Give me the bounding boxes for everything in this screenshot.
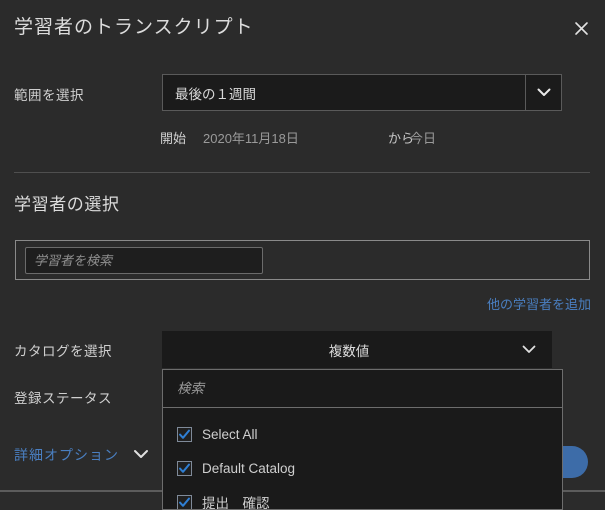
checkbox-checked-icon[interactable] bbox=[177, 494, 192, 509]
date-range-row: 開始 2020年11月18日 から 今日 bbox=[0, 128, 605, 152]
list-item[interactable]: 提出 確認 bbox=[163, 485, 562, 510]
learner-search-input[interactable] bbox=[25, 247, 263, 274]
range-select[interactable]: 最後の１週間 bbox=[162, 74, 562, 111]
enrollment-status-label: 登録ステータス bbox=[14, 391, 112, 406]
section-divider bbox=[14, 172, 590, 173]
range-row: 範囲を選択 最後の１週間 bbox=[0, 74, 605, 112]
add-more-learners-link[interactable]: 他の学習者を追加 bbox=[487, 294, 591, 313]
chevron-down-icon bbox=[133, 446, 149, 464]
catalog-label: カタログを選択 bbox=[14, 344, 112, 359]
dialog-titlebar: 学習者のトランスクリプト bbox=[0, 0, 605, 52]
catalog-select-value: 複数値 bbox=[328, 343, 370, 359]
advanced-options-label: 詳細オプション bbox=[14, 447, 119, 463]
advanced-options-toggle[interactable]: 詳細オプション bbox=[14, 445, 149, 465]
catalog-dropdown-search-input[interactable] bbox=[163, 370, 562, 408]
date-start-label: 開始 bbox=[160, 131, 187, 146]
learner-search-panel bbox=[15, 240, 590, 280]
catalog-option-list: Select All Default Catalog 提出 確認 bbox=[163, 409, 562, 509]
chevron-down-icon[interactable] bbox=[506, 345, 552, 354]
date-end-value[interactable]: 今日 bbox=[410, 128, 436, 147]
list-item-label: 提出 確認 bbox=[202, 496, 270, 510]
catalog-dropdown-panel: Select All Default Catalog 提出 確認 bbox=[162, 369, 563, 510]
checkbox-checked-icon[interactable] bbox=[177, 426, 192, 442]
date-start-value[interactable]: 2020年11月18日 bbox=[203, 128, 299, 147]
range-label: 範囲を選択 bbox=[14, 88, 84, 103]
close-icon[interactable] bbox=[567, 14, 595, 42]
checkbox-checked-icon[interactable] bbox=[177, 460, 192, 476]
list-item[interactable]: Select All bbox=[163, 417, 562, 451]
chevron-down-icon[interactable] bbox=[525, 75, 561, 110]
catalog-select[interactable]: 複数値 bbox=[162, 331, 552, 368]
list-item-label: Default Catalog bbox=[202, 460, 296, 476]
learner-section-title: 学習者の選択 bbox=[14, 195, 120, 214]
list-item[interactable]: Default Catalog bbox=[163, 451, 562, 485]
list-item-label: Select All bbox=[202, 426, 258, 442]
range-select-value: 最後の１週間 bbox=[175, 86, 256, 102]
transcript-dialog: 学習者のトランスクリプト 範囲を選択 最後の１週間 開始 2020年11月18日… bbox=[0, 0, 605, 510]
page-title: 学習者のトランスクリプト bbox=[14, 17, 254, 38]
